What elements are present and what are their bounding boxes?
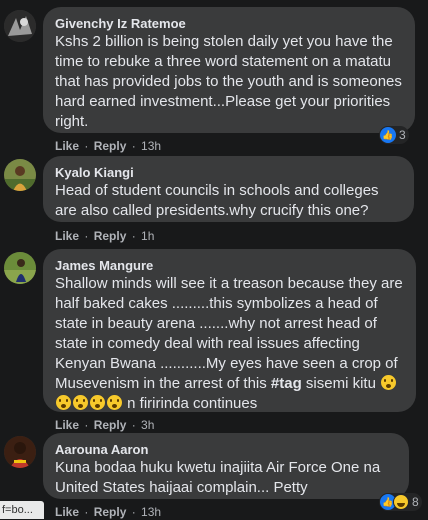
comment-author[interactable]: James Mangure	[55, 257, 404, 274]
like-button[interactable]: Like	[55, 505, 79, 519]
comment-author[interactable]: Aarouna Aaron	[55, 441, 397, 458]
comment-timestamp[interactable]: 13h	[141, 139, 161, 153]
reaction-count: 8	[412, 495, 419, 509]
flushed-emoji-icon	[107, 395, 122, 410]
comment-actions: Like · Reply · 13h	[55, 139, 162, 153]
avatar[interactable]	[4, 252, 36, 284]
reaction-summary[interactable]: 👍 3	[379, 126, 409, 144]
reply-button[interactable]: Reply	[94, 229, 127, 243]
comment-timestamp[interactable]: 1h	[141, 229, 154, 243]
comment-text: Shallow minds will see it a treason beca…	[55, 274, 404, 414]
reaction-count: 3	[399, 128, 406, 142]
reply-button[interactable]: Reply	[94, 505, 127, 519]
comment-bubble: Givenchy Iz Ratemoe Kshs 2 billion is be…	[43, 7, 415, 133]
comment-text: Kshs 2 billion is being stolen daily yet…	[55, 33, 402, 130]
comment-text-part: n firirinda continues	[123, 395, 258, 412]
comment-text: Head of student councils in schools and …	[55, 182, 379, 219]
reaction-summary[interactable]: 👍 8	[379, 493, 422, 511]
flushed-emoji-icon	[56, 395, 71, 410]
avatar[interactable]	[4, 159, 36, 191]
like-button[interactable]: Like	[55, 139, 79, 153]
comment-actions: Like · Reply · 13h	[55, 505, 162, 519]
comment-timestamp[interactable]: 13h	[141, 505, 161, 519]
like-button[interactable]: Like	[55, 418, 79, 432]
like-reaction-icon: 👍	[380, 127, 396, 143]
flushed-emoji-icon	[381, 375, 397, 390]
haha-reaction-icon	[393, 494, 409, 510]
comment-actions: Like · Reply · 1h	[55, 229, 155, 243]
comment-bubble: Kyalo Kiangi Head of student councils in…	[43, 156, 414, 222]
comment-bubble: James Mangure Shallow minds will see it …	[43, 249, 416, 412]
comment-author[interactable]: Kyalo Kiangi	[55, 164, 402, 181]
flushed-emoji-icon	[73, 395, 88, 410]
comment-actions: Like · Reply · 3h	[55, 418, 155, 432]
hashtag-link[interactable]: #tag	[271, 375, 302, 392]
comment-timestamp[interactable]: 3h	[141, 418, 154, 432]
status-url-bar: f=bo...	[0, 501, 44, 519]
comment-text-part: sisemi kitu	[301, 375, 381, 392]
reply-button[interactable]: Reply	[94, 139, 127, 153]
like-button[interactable]: Like	[55, 229, 79, 243]
avatar[interactable]	[4, 10, 36, 42]
flushed-emoji-icon	[90, 395, 105, 410]
comment-bubble: Aarouna Aaron Kuna bodaa huku kwetu inaj…	[43, 433, 409, 499]
comment-text: Kuna bodaa huku kwetu inajiita Air Force…	[55, 459, 381, 496]
avatar[interactable]	[4, 436, 36, 468]
reply-button[interactable]: Reply	[94, 418, 127, 432]
comment-author[interactable]: Givenchy Iz Ratemoe	[55, 15, 403, 32]
